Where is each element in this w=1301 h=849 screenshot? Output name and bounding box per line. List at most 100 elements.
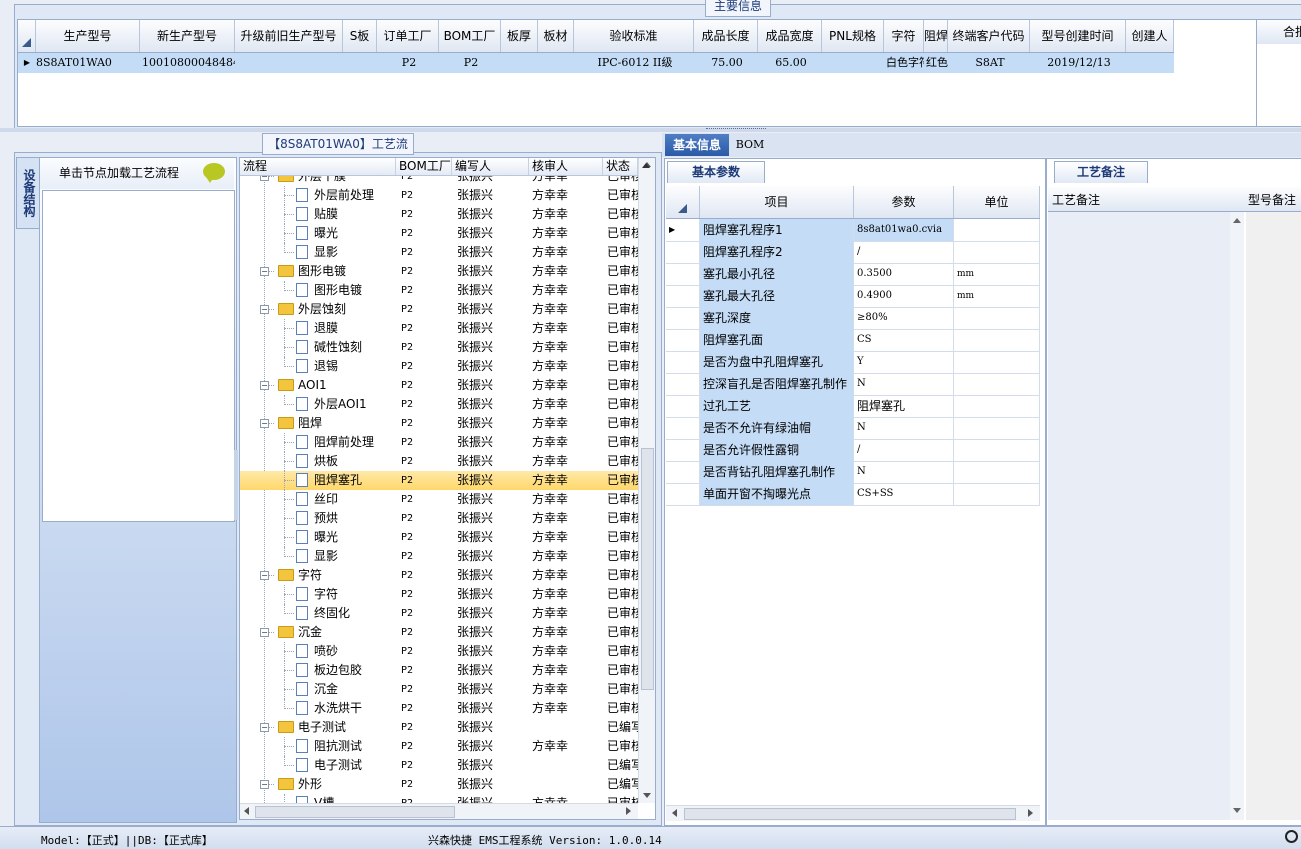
collapse-icon[interactable]: − (260, 267, 269, 276)
col-header[interactable]: 阻焊 (924, 20, 948, 52)
scroll-left-arrow[interactable] (244, 807, 249, 815)
tree-leaf-row[interactable]: 阻抗测试 P2 张振兴 方幸幸 已审核 (240, 737, 638, 756)
table-cell[interactable]: IPC-6012 II级 (574, 53, 694, 73)
collapse-icon[interactable]: − (260, 419, 269, 428)
tree-leaf-row[interactable]: 板边包胶 P2 张振兴 方幸幸 已审核 (240, 661, 638, 680)
scroll-thumb[interactable] (684, 808, 1016, 820)
row-indicator[interactable]: ▶ (666, 219, 700, 241)
param-row[interactable]: 塞孔最小孔径 0.3500 mm (666, 263, 1040, 286)
tree-node[interactable]: 曝光 (296, 224, 396, 243)
process-tree-body[interactable]: −外层干膜P2张振兴方幸幸已审核外层前处理P2张振兴方幸幸已审核贴膜P2张振兴方… (240, 176, 638, 803)
col-header[interactable]: 终端客户代码 (948, 20, 1030, 52)
table-cell[interactable] (343, 53, 377, 73)
tree-node[interactable]: AOI1 (278, 376, 396, 395)
tree-leaf-row[interactable]: 曝光 P2 张振兴 方幸幸 已审核 (240, 528, 638, 547)
col-header[interactable]: 验收标准 (574, 20, 694, 52)
param-row[interactable]: 塞孔最大孔径 0.4900 mm (666, 285, 1040, 308)
process-remark-area[interactable] (1048, 212, 1244, 820)
param-value[interactable]: Y (854, 351, 954, 373)
tree-leaf-row[interactable]: 阻焊前处理 P2 张振兴 方幸幸 已审核 (240, 433, 638, 452)
tree-node[interactable]: 丝印 (296, 490, 396, 509)
row-indicator[interactable] (666, 395, 700, 417)
tree-group-row[interactable]: − 阻焊 P2 张振兴 方幸幸 已审核 (240, 414, 638, 433)
row-indicator[interactable] (666, 461, 700, 483)
tree-leaf-row[interactable]: V槽 P2 张振兴 方幸幸 已审核 (240, 794, 638, 803)
row-indicator[interactable] (666, 483, 700, 505)
tree-node[interactable]: V槽 (296, 794, 396, 803)
row-indicator[interactable] (666, 439, 700, 461)
scroll-right-arrow[interactable] (626, 807, 631, 815)
param-col-header[interactable]: 项目 (700, 186, 854, 218)
tree-node[interactable]: 阻焊 (278, 414, 396, 433)
tree-group-row[interactable]: − 图形电镀 P2 张振兴 方幸幸 已审核 (240, 262, 638, 281)
tree-node[interactable]: 外形 (278, 775, 396, 794)
param-value[interactable]: 0.3500 (854, 263, 954, 285)
row-indicator[interactable] (666, 285, 700, 307)
node-list[interactable] (42, 190, 235, 522)
tree-node[interactable]: 喷砂 (296, 642, 396, 661)
tree-vertical-scrollbar[interactable] (638, 158, 655, 803)
table-cell[interactable]: P2 (377, 53, 439, 73)
tree-leaf-row[interactable]: 显影 P2 张振兴 方幸幸 已审核 (240, 547, 638, 566)
tree-group-row[interactable]: − 字符 P2 张振兴 方幸幸 已审核 (240, 566, 638, 585)
col-flow[interactable]: 流程 (240, 158, 396, 175)
tree-leaf-row[interactable]: 字符 P2 张振兴 方幸幸 已审核 (240, 585, 638, 604)
tree-node[interactable]: 阻焊前处理 (296, 433, 396, 452)
process-tree[interactable]: 流程BOM工厂编写人核审人状态 −外层干膜P2张振兴方幸幸已审核外层前处理P2张… (239, 157, 656, 820)
param-row[interactable]: 是否为盘中孔阻焊塞孔 Y (666, 351, 1040, 374)
tree-node[interactable]: 外层蚀刻 (278, 300, 396, 319)
tree-leaf-row[interactable]: 烘板 P2 张振兴 方幸幸 已审核 (240, 452, 638, 471)
col-header[interactable]: 新生产型号 (140, 20, 235, 52)
tree-node[interactable]: 显影 (296, 547, 396, 566)
tree-node[interactable]: 图形电镀 (296, 281, 396, 300)
col-header[interactable]: 生产型号 (36, 20, 140, 52)
tree-group-row[interactable]: − AOI1 P2 张振兴 方幸幸 已审核 (240, 376, 638, 395)
col-status[interactable]: 状态 (603, 158, 638, 175)
collapse-icon[interactable]: − (260, 780, 269, 789)
table-cell[interactable]: S8AT (948, 53, 1030, 73)
tree-leaf-row[interactable]: 水洗烘干 P2 张振兴 方幸幸 已审核 (240, 699, 638, 718)
tree-node[interactable]: 外层干膜 (278, 176, 396, 186)
param-value[interactable]: / (854, 241, 954, 263)
tree-node[interactable]: 显影 (296, 243, 396, 262)
table-cell[interactable]: P2 (439, 53, 501, 73)
tree-node[interactable]: 电子测试 (278, 718, 396, 737)
tree-node[interactable]: 退膜 (296, 319, 396, 338)
tree-node[interactable]: 水洗烘干 (296, 699, 396, 718)
table-cell[interactable]: 10010800048484 (140, 53, 235, 73)
tree-node[interactable]: 沉金 (278, 623, 396, 642)
param-col-header[interactable]: 单位 (954, 186, 1040, 218)
tab-process-remark[interactable]: 工艺备注 (1054, 161, 1148, 183)
tree-leaf-row[interactable]: 碱性蚀刻 P2 张振兴 方幸幸 已审核 (240, 338, 638, 357)
col-header[interactable]: 板材 (538, 20, 574, 52)
col-header[interactable]: 字符 (884, 20, 924, 52)
param-value[interactable]: CS+SS (854, 483, 954, 505)
col-header[interactable]: 订单工厂 (377, 20, 439, 52)
tree-group-row[interactable]: − 外形 P2 张振兴 已编写 (240, 775, 638, 794)
tree-node[interactable]: 外层AOI1 (296, 395, 396, 414)
param-grid[interactable]: 项目 参数 单位 ▶ 阻焊塞孔程序1 8s8at01wa0.cvia 阻焊塞孔程序2/塞孔… (666, 186, 1040, 806)
table-cell[interactable] (1126, 53, 1174, 73)
table-cell[interactable]: 白色字符 (884, 53, 924, 73)
tree-leaf-row[interactable]: 退膜 P2 张振兴 方幸幸 已审核 (240, 319, 638, 338)
tree-node[interactable]: 字符 (278, 566, 396, 585)
table-cell[interactable] (822, 53, 884, 73)
row-indicator[interactable] (666, 373, 700, 395)
param-row[interactable]: 是否背钻孔阻焊塞孔制作 N (666, 461, 1040, 484)
tree-node[interactable]: 贴膜 (296, 205, 396, 224)
col-header[interactable]: BOM工厂 (439, 20, 501, 52)
scroll-up-arrow[interactable] (1233, 218, 1241, 223)
param-row[interactable]: 是否允许假性露铜 / (666, 439, 1040, 462)
col-writer[interactable]: 编写人 (452, 158, 529, 175)
col-header[interactable]: 升级前旧生产型号 (235, 20, 343, 52)
col-reviewer[interactable]: 核审人 (529, 158, 603, 175)
tree-node[interactable]: 碱性蚀刻 (296, 338, 396, 357)
row-indicator[interactable] (666, 263, 700, 285)
tab-bom[interactable]: BOM (733, 134, 767, 156)
tree-leaf-row[interactable]: 外层AOI1 P2 张振兴 方幸幸 已审核 (240, 395, 638, 414)
table-cell[interactable] (538, 53, 574, 73)
table-cell[interactable] (501, 53, 538, 73)
scroll-down-arrow[interactable] (643, 793, 651, 798)
tree-node[interactable]: 板边包胶 (296, 661, 396, 680)
tree-node[interactable]: 沉金 (296, 680, 396, 699)
